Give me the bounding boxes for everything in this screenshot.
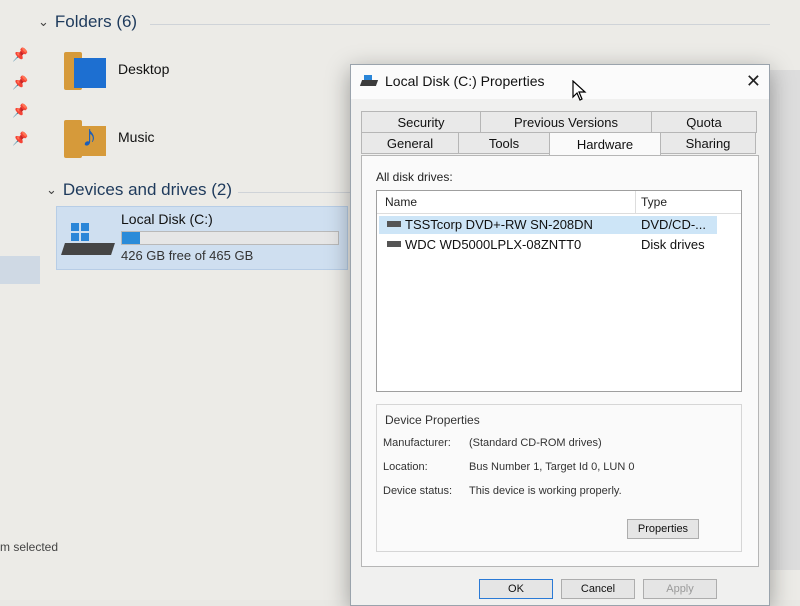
- dvd-drive-icon: [387, 221, 401, 227]
- all-disk-drives-label: All disk drives:: [376, 170, 453, 184]
- folder-label: Desktop: [118, 61, 170, 77]
- pin-icon[interactable]: 📌: [12, 76, 28, 90]
- hard-drive-icon: [61, 219, 115, 259]
- properties-button[interactable]: Properties: [627, 519, 699, 539]
- column-header-type[interactable]: Type: [641, 195, 667, 209]
- device-properties-label: Device Properties: [385, 413, 480, 427]
- folders-section-header[interactable]: ⌄ Folders (6): [38, 12, 137, 32]
- drive-list-type: Disk drives: [641, 237, 705, 252]
- properties-dialog: Local Disk (C:) Properties ✕ Security Pr…: [350, 64, 770, 606]
- status-bar-text: m selected: [0, 540, 59, 554]
- drive-usage-bar: [121, 231, 339, 245]
- disk-drives-list[interactable]: Name Type TSSTcorp DVD+-RW SN-208DN DVD/…: [376, 190, 742, 392]
- location-value: Bus Number 1, Target Id 0, LUN 0: [469, 461, 635, 473]
- drive-name: Local Disk (C:): [121, 211, 213, 227]
- manufacturer-value: (Standard CD-ROM drives): [469, 437, 602, 449]
- disk-drive-icon: [387, 241, 401, 247]
- drive-list-name: TSSTcorp DVD+-RW SN-208DN: [405, 217, 593, 232]
- devices-header-label: Devices and drives (2): [62, 180, 233, 199]
- tab-security[interactable]: Security: [361, 111, 481, 133]
- tab-general[interactable]: General: [361, 132, 459, 154]
- tab-previous-versions[interactable]: Previous Versions: [480, 111, 652, 133]
- drive-list-name: WDC WD5000LPLX-08ZNTT0: [405, 237, 582, 252]
- section-divider: [150, 24, 770, 25]
- drive-usage-fill: [122, 232, 141, 244]
- tab-hardware[interactable]: Hardware: [549, 132, 661, 156]
- folder-item-desktop[interactable]: Desktop: [62, 46, 169, 92]
- devices-section-header[interactable]: ⌄ Devices and drives (2): [46, 180, 232, 200]
- location-label: Location:: [383, 461, 428, 473]
- tabs-row-top: Security Previous Versions Quota: [361, 111, 757, 133]
- folders-header-label: Folders (6): [54, 12, 138, 31]
- ok-button[interactable]: OK: [479, 579, 553, 599]
- folder-item-music[interactable]: ♪ Music: [62, 114, 155, 160]
- device-status-value: This device is working properly.: [469, 485, 622, 497]
- pin-icon[interactable]: 📌: [12, 132, 28, 146]
- list-item[interactable]: TSSTcorp DVD+-RW SN-208DN DVD/CD-...: [379, 216, 717, 234]
- background-window-edge: [770, 70, 800, 570]
- list-item[interactable]: WDC WD5000LPLX-08ZNTT0 Disk drives: [379, 236, 717, 254]
- manufacturer-label: Manufacturer:: [383, 437, 451, 449]
- desktop-folder-icon: [62, 46, 108, 92]
- tabs-row-bottom: General Tools Hardware Sharing: [361, 132, 756, 156]
- pin-icon[interactable]: 📌: [12, 104, 28, 118]
- drive-list-type: DVD/CD-...: [641, 217, 706, 232]
- tab-quota[interactable]: Quota: [651, 111, 757, 133]
- device-properties-group: Device Properties Manufacturer: (Standar…: [376, 404, 742, 552]
- section-divider: [238, 192, 350, 193]
- drive-free-space: 426 GB free of 465 GB: [121, 248, 254, 263]
- tab-sharing[interactable]: Sharing: [660, 132, 756, 154]
- dialog-title: Local Disk (C:) Properties: [385, 73, 545, 89]
- drive-icon: [359, 74, 379, 88]
- chevron-down-icon: ⌄: [38, 14, 49, 29]
- close-button[interactable]: ✕: [746, 71, 761, 92]
- drive-item-local-disk[interactable]: Local Disk (C:) 426 GB free of 465 GB: [56, 206, 348, 270]
- music-folder-icon: ♪: [62, 114, 108, 160]
- device-status-label: Device status:: [383, 485, 453, 497]
- chevron-down-icon: ⌄: [46, 182, 57, 197]
- list-header: Name Type: [377, 191, 741, 214]
- hardware-tab-panel: All disk drives: Name Type TSSTcorp DVD+…: [361, 155, 759, 567]
- column-header-name[interactable]: Name: [385, 195, 417, 209]
- dialog-titlebar[interactable]: Local Disk (C:) Properties ✕: [351, 65, 769, 99]
- apply-button: Apply: [643, 579, 717, 599]
- pin-icon[interactable]: 📌: [12, 48, 28, 62]
- cancel-button[interactable]: Cancel: [561, 579, 635, 599]
- tab-tools[interactable]: Tools: [458, 132, 550, 154]
- nav-pane-selection[interactable]: [0, 256, 40, 284]
- folder-label: Music: [118, 129, 155, 145]
